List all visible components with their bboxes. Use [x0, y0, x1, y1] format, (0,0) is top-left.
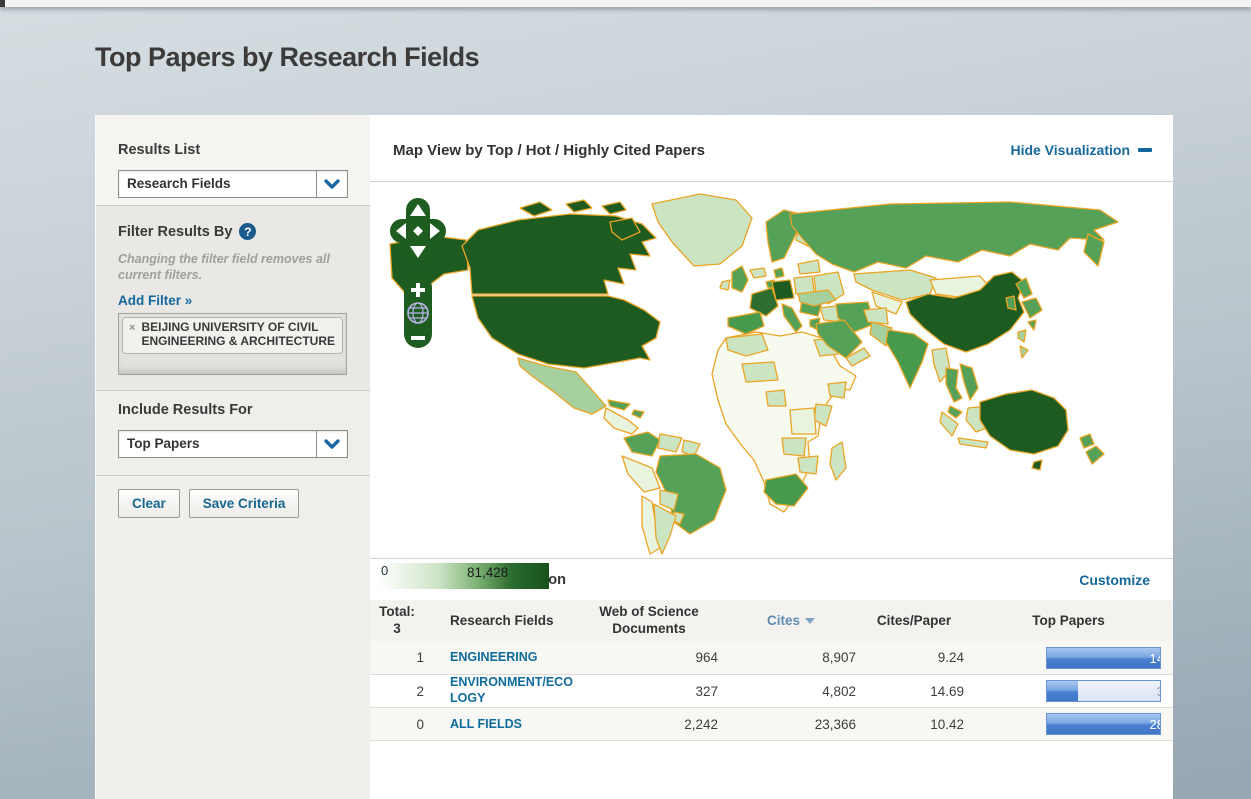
hide-visualization-link[interactable]: Hide Visualization	[1010, 142, 1152, 158]
zoom-out-icon[interactable]	[411, 336, 425, 340]
column-header-top-papers[interactable]: Top Papers	[964, 600, 1173, 641]
add-filter-link[interactable]: Add Filter »	[118, 293, 192, 308]
help-icon[interactable]: ?	[239, 223, 257, 240]
field-link[interactable]: ALL FIELDS	[450, 717, 522, 733]
page-title: Top Papers by Research Fields	[95, 42, 480, 72]
top-left-nub	[0, 0, 5, 7]
cites-cell: 4,802	[822, 683, 856, 699]
cites-per-paper-cell: 10.42	[930, 716, 964, 732]
include-results-selected-value: Top Papers	[127, 436, 200, 451]
top-papers-value: 28	[1149, 717, 1160, 732]
chevron-down-icon[interactable]	[316, 431, 347, 457]
sidebar: Results List Research Fields Filter Resu…	[95, 115, 370, 799]
include-results-heading: Include Results For	[118, 402, 253, 418]
legend-min-value: 0	[381, 563, 389, 578]
top-papers-bar: 14	[1046, 646, 1161, 669]
minus-icon	[1138, 148, 1152, 152]
table-row: 2 ENVIRONMENT/ECOLOGY 327 4,802 14.69 3	[370, 675, 1173, 708]
rank-cell: 2	[416, 683, 424, 699]
documents-cell: 2,242	[684, 716, 718, 732]
map-color-legend: 0 81,428	[379, 563, 549, 589]
column-header-wos-documents[interactable]: Web of Science Documents	[580, 604, 718, 638]
cites-per-paper-cell: 14.69	[930, 683, 964, 699]
table-row: 1 ENGINEERING 964 8,907 9.24 14	[370, 641, 1173, 675]
column-header-research-fields[interactable]: Research Fields	[450, 613, 580, 628]
top-papers-value: 3	[1157, 684, 1160, 699]
map-area[interactable]: .b{stroke:#eba424;stroke-width:1.3;strok…	[370, 182, 1173, 589]
filter-tag-label: BEIJING UNIVERSITY OF CIVIL ENGINEERING …	[141, 319, 336, 349]
results-list-heading: Results List	[118, 142, 201, 158]
include-results-section: Include Results For Top Papers	[96, 390, 370, 475]
filter-list-box: × BEIJING UNIVERSITY OF CIVIL ENGINEERIN…	[118, 312, 347, 375]
remove-filter-icon[interactable]: ×	[129, 322, 135, 334]
results-list-selected-value: Research Fields	[127, 176, 231, 191]
sort-descending-icon	[805, 618, 815, 625]
total-count: Total: 3	[379, 603, 415, 636]
column-header-cites-sorted[interactable]: Cites	[726, 613, 856, 628]
map-controls[interactable]	[390, 196, 446, 352]
actions-section: Clear Save Criteria	[96, 475, 370, 799]
customize-link[interactable]: Customize	[1079, 572, 1150, 588]
filter-note: Changing the filter field removes all cu…	[118, 252, 330, 283]
map-countries[interactable]	[389, 193, 1119, 555]
cites-per-paper-cell: 9.24	[937, 650, 964, 665]
map-view-title: Map View by Top / Hot / Highly Cited Pap…	[393, 141, 705, 159]
map-view-header: Map View by Top / Hot / Highly Cited Pap…	[370, 115, 1173, 182]
cites-cell: 8,907	[822, 650, 856, 665]
filter-tag[interactable]: × BEIJING UNIVERSITY OF CIVIL ENGINEERIN…	[122, 316, 343, 354]
column-header-cites-per-paper[interactable]: Cites/Paper	[864, 613, 964, 628]
world-map-choropleth[interactable]: .b{stroke:#eba424;stroke-width:1.3;strok…	[370, 182, 1173, 558]
hide-visualization-label[interactable]: Hide Visualization	[1010, 142, 1130, 158]
main-panel: Map View by Top / Hot / Highly Cited Pap…	[370, 115, 1173, 799]
save-criteria-button[interactable]: Save Criteria	[188, 489, 300, 518]
clear-button[interactable]: Clear	[118, 489, 180, 518]
field-link[interactable]: ENVIRONMENT/ECOLOGY	[450, 675, 580, 706]
chevron-down-icon[interactable]	[316, 171, 347, 197]
filter-heading: Filter Results By	[118, 223, 233, 240]
legend-max-value: 81,428	[467, 565, 509, 580]
rank-cell: 0	[416, 716, 424, 732]
cites-cell: 23,366	[814, 716, 856, 732]
include-results-select[interactable]: Top Papers	[118, 430, 348, 458]
field-link[interactable]: ENGINEERING	[450, 650, 538, 666]
results-list-section: Results List Research Fields	[96, 115, 370, 205]
documents-cell: 964	[695, 650, 718, 665]
top-papers-value: 14	[1149, 650, 1160, 666]
top-papers-bar: 28	[1046, 713, 1161, 735]
filter-section: Filter Results By ? Changing the filter …	[96, 205, 370, 390]
report-table: Total: 3 Research Fields Web of Science …	[370, 600, 1173, 741]
top-papers-bar: 3	[1046, 680, 1161, 702]
results-list-select[interactable]: Research Fields	[118, 170, 348, 198]
browser-top-strip	[0, 0, 1251, 7]
rank-cell: 1	[416, 650, 424, 665]
table-header-row: Total: 3 Research Fields Web of Science …	[370, 600, 1173, 641]
documents-cell: 327	[695, 683, 718, 699]
table-row: 0 ALL FIELDS 2,242 23,366 10.42 28	[370, 708, 1173, 741]
